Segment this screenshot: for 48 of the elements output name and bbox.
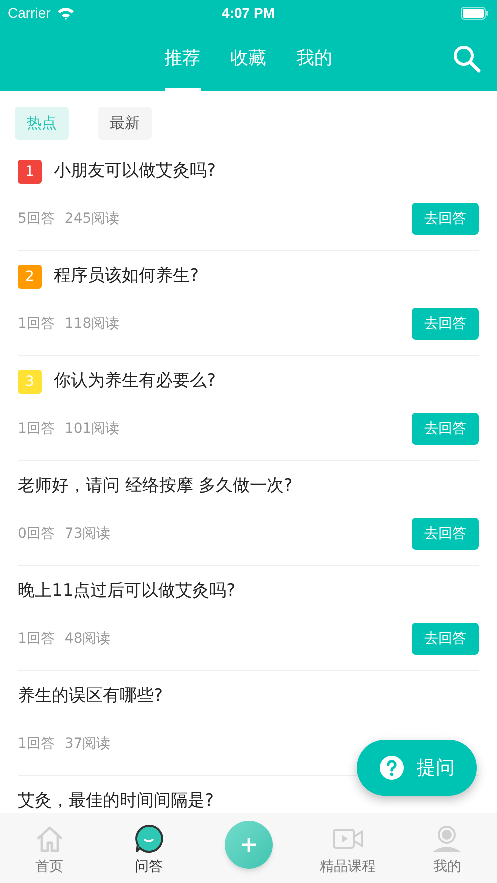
answer-count: 1回答 (18, 420, 55, 438)
tab-bar-item[interactable]: 问答 (99, 823, 199, 878)
answer-button[interactable]: 去回答 (412, 308, 479, 340)
read-count: 37阅读 (64, 734, 111, 754)
rank-badge: 1 (18, 160, 42, 184)
answer-count: 1回答 (18, 630, 55, 648)
filter-chip[interactable]: 最新 (98, 107, 152, 140)
header-tab[interactable]: 我的 (296, 26, 332, 91)
answer-button[interactable]: 去回答 (412, 203, 479, 235)
battery-icon (461, 6, 489, 20)
read-count: 245阅读 (64, 210, 120, 228)
search-icon[interactable] (453, 44, 481, 72)
answer-button[interactable]: 去回答 (412, 518, 479, 550)
tab-bar-item[interactable]: 我的 (398, 823, 497, 878)
answer-count: 1回答 (18, 734, 55, 754)
question-title[interactable]: 老师好，请问 经络按摩 多久做一次? (18, 474, 293, 500)
question-title[interactable]: 艾灸，最佳的时间间隔是? (18, 789, 214, 813)
question-title[interactable]: 你认为养生有必要么? (54, 369, 216, 395)
answer-button[interactable]: 去回答 (412, 413, 479, 445)
read-count: 48阅读 (64, 630, 111, 648)
video-camera-icon (332, 827, 363, 851)
question-mark-icon (379, 755, 405, 781)
wifi-icon (56, 6, 75, 20)
question-title[interactable]: 养生的误区有哪些? (18, 684, 164, 710)
plus-icon (240, 837, 257, 853)
tab-bar-item[interactable]: 精品课程 (298, 823, 398, 878)
rank-badge: 2 (18, 265, 42, 289)
read-count: 73阅读 (64, 524, 111, 544)
header-tab[interactable]: 收藏 (230, 26, 266, 91)
ask-question-button[interactable]: 提问 (357, 740, 477, 796)
question-title[interactable]: 小朋友可以做艾灸吗? (54, 159, 216, 185)
read-count: 118阅读 (64, 314, 120, 334)
question-title[interactable]: 晚上11点过后可以做艾灸吗? (18, 579, 236, 605)
rank-badge: 3 (18, 370, 42, 394)
home-icon (34, 825, 65, 853)
header-tab[interactable]: 推荐 (164, 26, 200, 91)
answer-count: 5回答 (18, 210, 55, 228)
read-count: 101阅读 (64, 420, 120, 438)
answer-count: 1回答 (18, 314, 55, 334)
add-button[interactable] (224, 821, 273, 869)
question-title[interactable]: 程序员该如何养生? (54, 264, 200, 290)
answer-count: 0回答 (18, 524, 55, 544)
chat-bubble-icon (134, 824, 164, 854)
carrier-label: Carrier (8, 4, 51, 22)
clock-time: 4:07 PM (222, 4, 275, 22)
tab-bar-item[interactable]: 首页 (0, 823, 100, 878)
person-icon (432, 824, 462, 854)
answer-button[interactable]: 去回答 (412, 623, 479, 655)
